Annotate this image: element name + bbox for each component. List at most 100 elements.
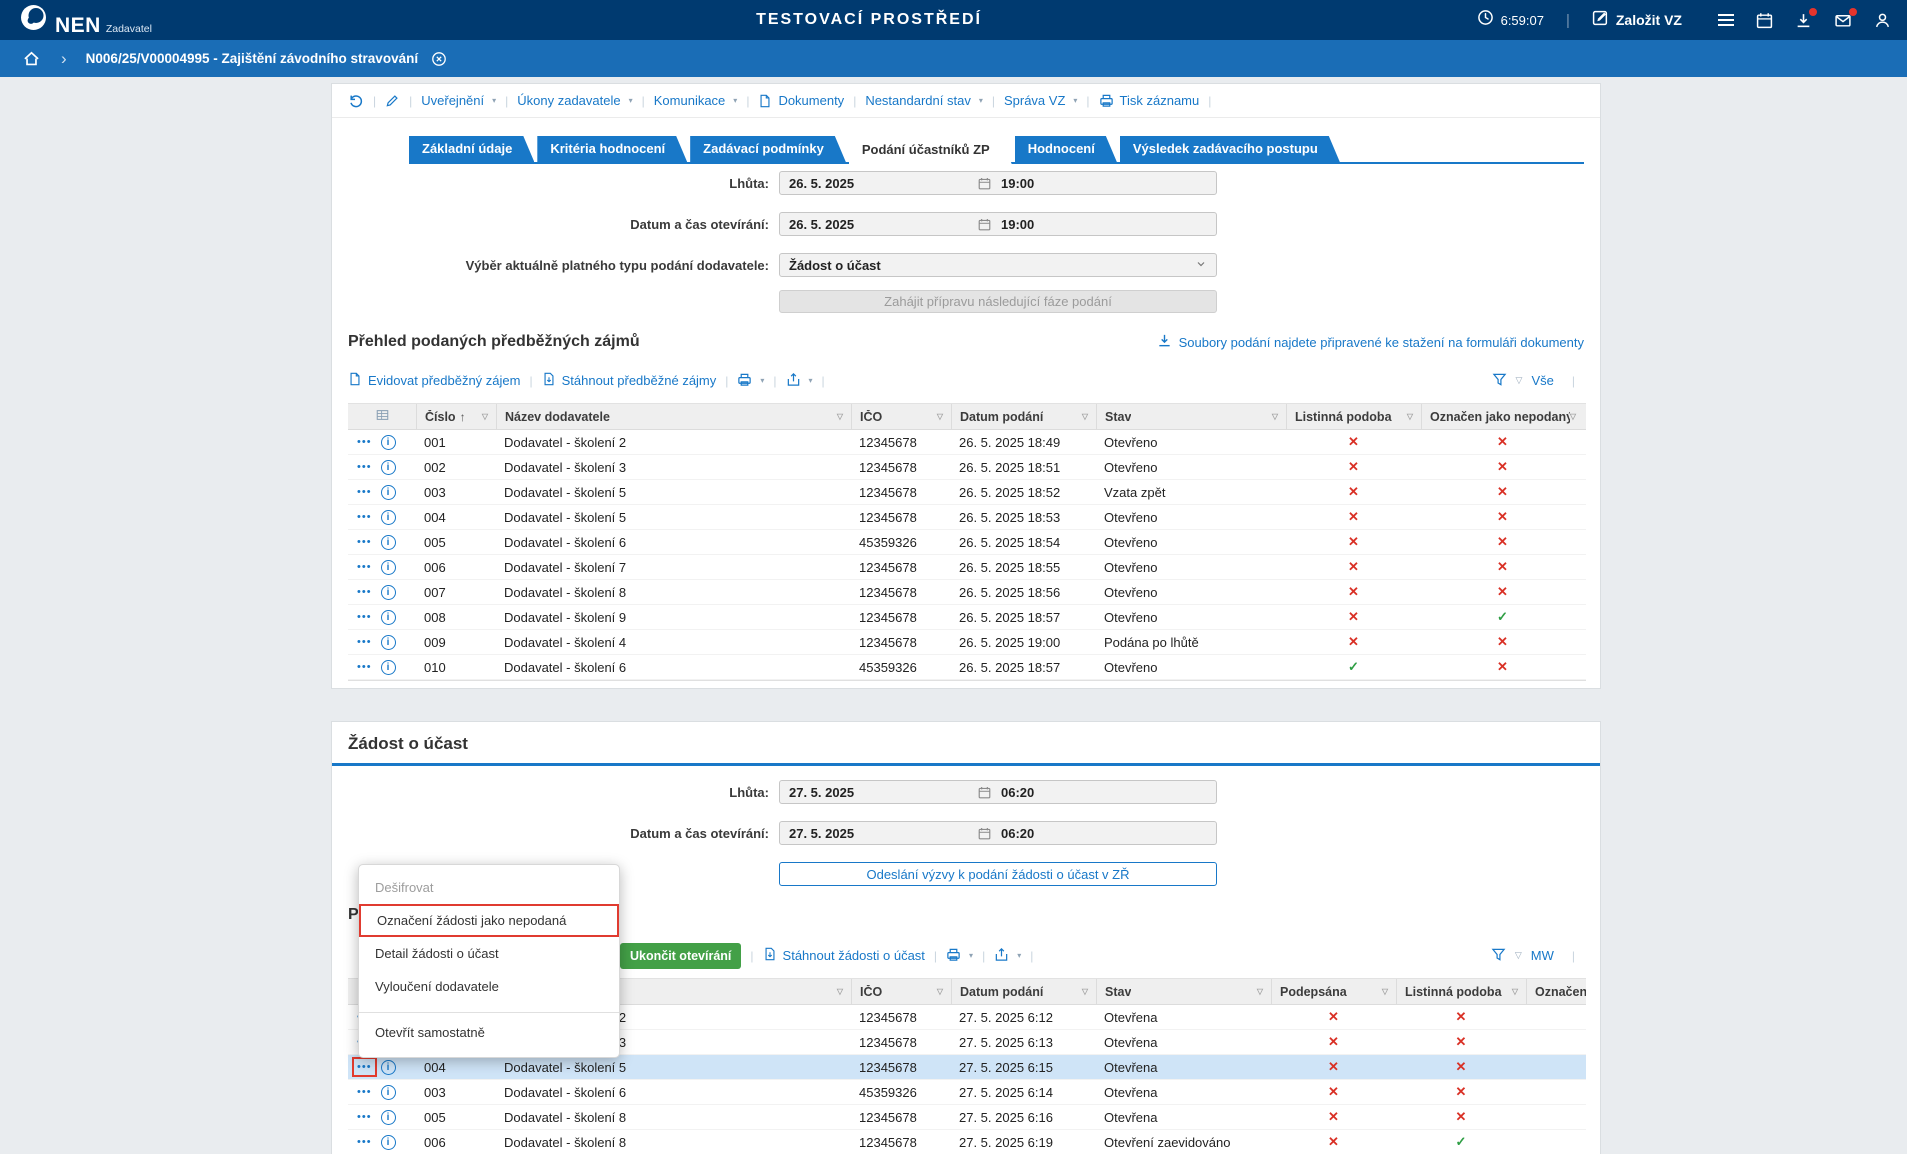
user-profile-icon[interactable] [1874, 12, 1891, 29]
row-actions-icon[interactable]: ••• [357, 537, 372, 547]
column-header-slo[interactable]: Číslo↑▽ [416, 404, 496, 429]
row-actions-icon[interactable]: ••• [357, 1137, 372, 1147]
tab-hodnocen[interactable]: Hodnocení [1015, 136, 1117, 162]
filter-caret-icon[interactable]: ▽ [1082, 987, 1088, 996]
menu-hamburger-icon[interactable] [1718, 14, 1734, 26]
deadline-date-value[interactable]: 26. 5. 2025 [780, 176, 978, 191]
chevron-down-icon[interactable]: ▽ [1516, 375, 1523, 386]
calendar-picker-icon[interactable] [978, 177, 991, 190]
chevron-down-icon[interactable]: ▽ [1515, 950, 1522, 961]
request-deadline-field[interactable]: 27. 5. 2025 06:20 [779, 780, 1217, 804]
filter-caret-icon[interactable]: ▽ [482, 412, 488, 421]
row-actions-icon[interactable]: ••• [357, 637, 372, 647]
calendar-picker-icon[interactable] [978, 218, 991, 231]
home-icon[interactable] [23, 50, 40, 67]
column-header-podeps-na[interactable]: Podepsána▽ [1271, 979, 1396, 1004]
table-row[interactable]: •••i005Dodavatel - školení 81234567827. … [348, 1105, 1586, 1130]
messages-icon[interactable] [1834, 12, 1852, 29]
row-actions-icon[interactable]: ••• [357, 1112, 372, 1122]
filter-caret-icon[interactable]: ▽ [1082, 412, 1088, 421]
export-button[interactable]: ▾ [994, 947, 1021, 965]
table-row[interactable]: •••i003Dodavatel - školení 51234567826. … [348, 480, 1586, 505]
row-info-icon[interactable]: i [381, 1085, 396, 1100]
filter-caret-icon[interactable]: ▽ [1382, 987, 1388, 996]
row-info-icon[interactable]: i [381, 1110, 396, 1125]
column-header-stav[interactable]: Stav▽ [1096, 979, 1271, 1004]
menu-item-vylou-en-dodavatele[interactable]: Vyloučení dodavatele [359, 970, 619, 1003]
tab-krit-ria-hodnocen[interactable]: Kritéria hodnocení [537, 136, 687, 162]
chevron-down-icon[interactable]: ▾ [760, 376, 764, 385]
toolbar-link-kony-zadavatele[interactable]: Úkony zadavatele▾ [517, 93, 632, 108]
column-header-listinn-podoba[interactable]: Listinná podoba▽ [1396, 979, 1526, 1004]
submission-type-select[interactable]: Žádost o účast [779, 253, 1217, 277]
chevron-down-icon[interactable]: ▾ [1017, 951, 1021, 960]
row-actions-icon[interactable]: ••• [357, 1087, 372, 1097]
export-button[interactable]: ▾ [786, 372, 813, 390]
column-header-datum-pod-n[interactable]: Datum podání▽ [951, 979, 1096, 1004]
row-info-icon[interactable]: i [381, 460, 396, 475]
toolbar-link-dokumenty[interactable]: Dokumenty [758, 93, 844, 108]
opening-time-value[interactable]: 19:00 [1001, 217, 1034, 232]
row-info-icon[interactable]: i [381, 560, 396, 575]
tab-z-kladn-daje[interactable]: Základní údaje [409, 136, 534, 162]
row-info-icon[interactable]: i [381, 485, 396, 500]
opening-datetime-field[interactable]: 26. 5. 2025 19:00 [779, 212, 1217, 236]
toolbar-link-uve-ejn-n[interactable]: Uveřejnění▾ [421, 93, 496, 108]
filter-caret-icon[interactable]: ▽ [1272, 412, 1278, 421]
column-header-stav[interactable]: Stav▽ [1096, 404, 1286, 429]
row-actions-icon[interactable]: ••• [357, 562, 372, 572]
row-actions-icon[interactable]: ••• [357, 662, 372, 672]
request-deadline-date[interactable]: 27. 5. 2025 [780, 785, 978, 800]
table-row[interactable]: •••i004Dodavatel - školení 51234567827. … [348, 1055, 1586, 1080]
filter-caret-icon[interactable]: ▽ [1512, 987, 1518, 996]
menu-item-detail-dosti-o-ast[interactable]: Detail žádosti o účast [359, 937, 619, 970]
close-record-icon[interactable] [431, 51, 447, 67]
row-info-icon[interactable]: i [381, 435, 396, 450]
row-actions-icon[interactable]: ••• [357, 437, 372, 447]
finish-opening-button[interactable]: Ukončit otevírání [620, 943, 741, 969]
row-actions-icon[interactable]: ••• [357, 1062, 372, 1072]
create-vz-button[interactable]: Založit VZ [1592, 9, 1682, 31]
table-row[interactable]: •••i003Dodavatel - školení 64535932627. … [348, 1080, 1586, 1105]
row-actions-icon[interactable]: ••• [357, 487, 372, 497]
calendar-picker-icon[interactable] [978, 827, 991, 840]
calendar-picker-icon[interactable] [978, 786, 991, 799]
request-opening-date[interactable]: 27. 5. 2025 [780, 826, 978, 841]
column-header-n-zev-dodavatele[interactable]: Název dodavatele▽ [496, 404, 851, 429]
row-info-icon[interactable]: i [381, 635, 396, 650]
register-interest-link[interactable]: Evidovat předběžný zájem [348, 372, 520, 389]
column-header-listinn-podoba[interactable]: Listinná podoba▽ [1286, 404, 1421, 429]
row-actions-icon[interactable]: ••• [357, 462, 372, 472]
send-invitation-button[interactable]: Odeslání výzvy k podání žádosti o účast … [779, 862, 1217, 886]
toolbar-link-nestandardn-stav[interactable]: Nestandardní stav▾ [865, 93, 983, 108]
column-header-i-o[interactable]: IČO▽ [851, 404, 951, 429]
filter-caret-icon[interactable]: ▽ [1407, 412, 1413, 421]
print-button[interactable]: ▾ [946, 947, 973, 965]
filter-caret-icon[interactable]: ▽ [1257, 987, 1263, 996]
filter-funnel-icon[interactable] [1491, 947, 1506, 965]
tab-v-sledek-zad-vac-ho-postupu[interactable]: Výsledek zadávacího postupu [1120, 136, 1340, 162]
downloads-icon[interactable] [1795, 12, 1812, 29]
row-info-icon[interactable]: i [381, 585, 396, 600]
column-header-i-o[interactable]: IČO▽ [851, 979, 951, 1004]
table-row[interactable]: •••i002Dodavatel - školení 31234567826. … [348, 455, 1586, 480]
edit-record-icon[interactable] [385, 93, 400, 108]
print-button[interactable]: ▾ [737, 372, 764, 390]
submission-files-link[interactable]: Soubory podání najdete připravené ke sta… [1157, 333, 1584, 351]
table-row[interactable]: •••i008Dodavatel - školení 91234567826. … [348, 605, 1586, 630]
filter-caret-icon[interactable]: ▽ [937, 412, 943, 421]
download-requests-link[interactable]: Stáhnout žádosti o účast [763, 947, 925, 964]
table-row[interactable]: •••i005Dodavatel - školení 64535932626. … [348, 530, 1586, 555]
deadline-datetime-field[interactable]: 26. 5. 2025 19:00 [779, 171, 1217, 195]
chevron-down-icon[interactable]: ▾ [969, 951, 973, 960]
toolbar-link-spr-va-vz[interactable]: Správa VZ▾ [1004, 93, 1077, 108]
table-row[interactable]: •••i001Dodavatel - školení 21234567826. … [348, 430, 1586, 455]
request-opening-field[interactable]: 27. 5. 2025 06:20 [779, 821, 1217, 845]
tab-pod-n-astn-k-zp[interactable]: Podání účastníků ZP [849, 136, 1012, 164]
filter-caret-icon[interactable]: ▽ [1570, 412, 1576, 421]
deadline-time-value[interactable]: 19:00 [1001, 176, 1034, 191]
table-row[interactable]: •••i010Dodavatel - školení 64535932626. … [348, 655, 1586, 680]
row-info-icon[interactable]: i [381, 510, 396, 525]
opening-date-value[interactable]: 26. 5. 2025 [780, 217, 978, 232]
row-info-icon[interactable]: i [381, 660, 396, 675]
